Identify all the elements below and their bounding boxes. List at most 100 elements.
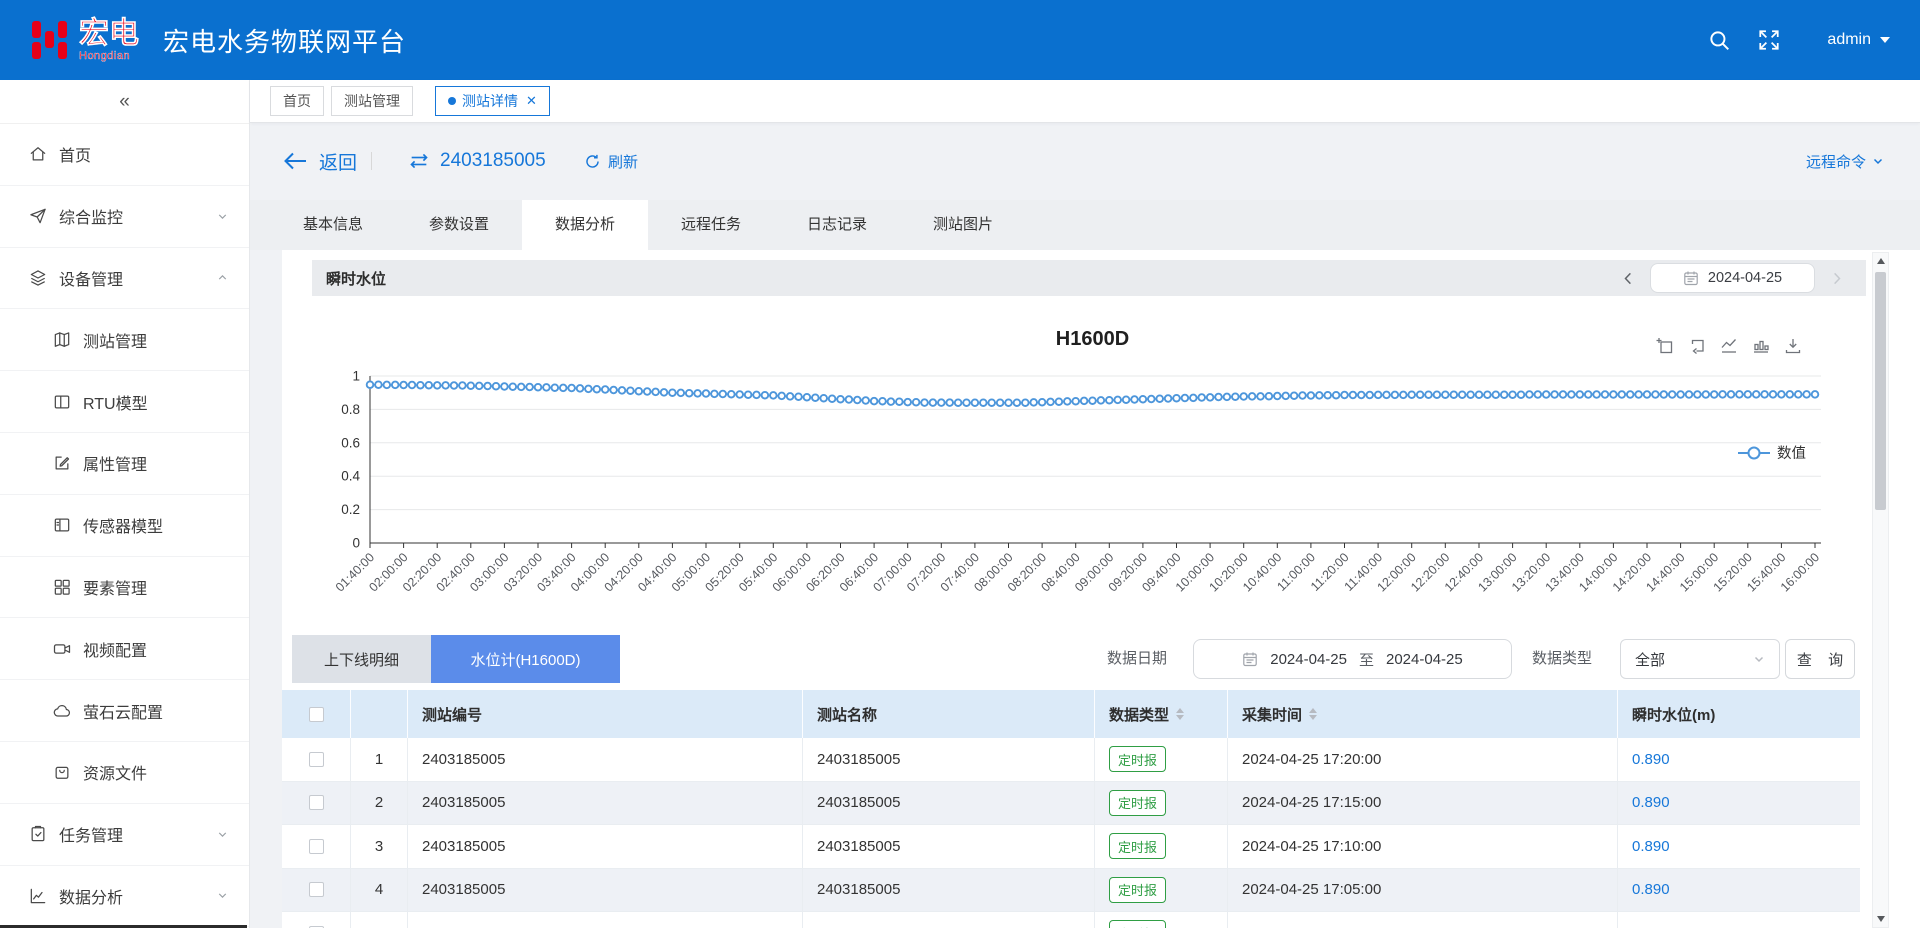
breadcrumb-tab-3[interactable]: 测站详情✕	[435, 86, 550, 116]
calendar-icon	[1242, 651, 1258, 667]
date-range-picker[interactable]: 2024-04-25 至 2024-04-25	[1193, 639, 1512, 679]
tab-参数设置[interactable]: 参数设置	[396, 200, 522, 250]
row-checkbox[interactable]	[309, 795, 324, 810]
cell-value: 0.890	[1618, 912, 1860, 928]
subtab-1[interactable]: 上下线明细	[292, 635, 431, 683]
cell-select	[282, 782, 351, 826]
scroll-down-icon[interactable]	[1877, 916, 1885, 922]
cell-value: 0.890	[1618, 782, 1860, 826]
cloud-icon	[52, 701, 72, 721]
sort-icon[interactable]	[1309, 708, 1317, 720]
restore-icon[interactable]	[1687, 336, 1707, 356]
svg-text:1: 1	[352, 369, 360, 384]
water-level-value[interactable]: 0.890	[1632, 794, 1670, 811]
select-all-checkbox[interactable]	[309, 707, 324, 722]
remote-command-button[interactable]: 远程命令	[1806, 138, 1884, 184]
date-filter-label: 数据日期	[1107, 639, 1167, 679]
next-day-button[interactable]	[1829, 271, 1844, 286]
data-type-value: 全部	[1635, 649, 1665, 670]
sidebar-collapse-button[interactable]: «	[0, 80, 249, 124]
zoom-select-icon[interactable]	[1655, 336, 1675, 356]
table-header-row: 测站编号测站名称数据类型采集时间瞬时水位(m)	[282, 690, 1860, 738]
water-level-value[interactable]: 0.890	[1632, 838, 1670, 855]
scrollbar[interactable]	[1872, 252, 1889, 928]
tab-日志记录[interactable]: 日志记录	[774, 200, 900, 250]
sidebar-item-label: 设备管理	[59, 266, 123, 290]
column-header-瞬时水位(m): 瞬时水位(m)	[1618, 690, 1860, 738]
column-header-label: 数据类型	[1109, 704, 1169, 725]
chart-date-picker[interactable]: 2024-04-25	[1650, 263, 1815, 293]
sidebar-item-6[interactable]: 属性管理	[0, 433, 249, 495]
line-chart-icon[interactable]	[1719, 336, 1739, 356]
data-table: 测站编号测站名称数据类型采集时间瞬时水位(m)12403185005240318…	[282, 690, 1860, 928]
fullscreen-icon[interactable]	[1757, 28, 1781, 52]
refresh-button[interactable]: 刷新	[584, 138, 638, 184]
station-icon	[52, 330, 72, 350]
resource-icon	[52, 762, 72, 782]
sidebar-item-8[interactable]: 要素管理	[0, 557, 249, 619]
data-type-select[interactable]: 全部	[1620, 639, 1780, 679]
water-level-value[interactable]: 0.890	[1632, 751, 1670, 768]
sidebar-item-9[interactable]: 视频配置	[0, 618, 249, 680]
column-header-label: 瞬时水位(m)	[1632, 704, 1715, 725]
sidebar-item-2[interactable]: 综合监控	[0, 186, 249, 248]
row-checkbox[interactable]	[309, 752, 324, 767]
sidebar-item-13[interactable]: 数据分析	[0, 866, 249, 928]
bar-chart-icon[interactable]	[1751, 336, 1771, 356]
cell-index: 3	[351, 825, 408, 869]
water-level-value[interactable]: 0.890	[1632, 881, 1670, 898]
sidebar-item-11[interactable]: 资源文件	[0, 742, 249, 804]
scrollbar-thumb[interactable]	[1875, 272, 1886, 510]
user-menu[interactable]: admin	[1827, 31, 1890, 49]
search-button[interactable]: 查 询	[1785, 639, 1855, 679]
sidebar-item-5[interactable]: RTU模型	[0, 371, 249, 433]
tab-基本信息[interactable]: 基本信息	[270, 200, 396, 250]
date-to: 2024-04-25	[1386, 651, 1463, 668]
sidebar-item-4[interactable]: 测站管理	[0, 309, 249, 371]
logo: 宏电 Hongdian	[79, 19, 139, 62]
sort-up-icon	[1309, 708, 1317, 713]
logo-icon	[30, 18, 70, 62]
tab-数据分析[interactable]: 数据分析	[522, 200, 648, 250]
breadcrumb-tab-2[interactable]: 测站管理	[331, 86, 413, 116]
download-icon[interactable]	[1783, 336, 1803, 356]
back-button[interactable]: 返回	[282, 136, 357, 186]
cell-data-type: 定时报	[1095, 869, 1228, 913]
subtab-2[interactable]: 水位计(H1600D)	[431, 635, 620, 683]
station-switcher[interactable]: 2403185005	[408, 136, 546, 186]
tab-测站图片[interactable]: 测站图片	[900, 200, 1026, 250]
breadcrumb-tab-1[interactable]: 首页	[270, 86, 324, 116]
sort-icon[interactable]	[1176, 708, 1184, 720]
sidebar-item-1[interactable]: 首页	[0, 124, 249, 186]
date-from: 2024-04-25	[1270, 651, 1347, 668]
column-header-测站编号: 测站编号	[408, 690, 803, 738]
table-row-3: 324031850052403185005定时报2024-04-25 17:10…	[282, 825, 1860, 869]
remote-command-label: 远程命令	[1806, 151, 1866, 172]
chevron-down-icon	[216, 828, 229, 841]
cell-select	[282, 825, 351, 869]
sidebar-item-10[interactable]: 萤石云配置	[0, 680, 249, 742]
scroll-up-icon[interactable]	[1877, 258, 1885, 264]
sidebar-item-label: 任务管理	[59, 822, 123, 846]
tab-远程任务[interactable]: 远程任务	[648, 200, 774, 250]
sidebar-item-label: 传感器模型	[83, 513, 163, 537]
sidebar: « 首页综合监控设备管理测站管理RTU模型属性管理传感器模型要素管理视频配置萤石…	[0, 80, 250, 928]
chart-area[interactable]: 00.20.40.60.8101:40:0002:00:0002:20:0002…	[300, 358, 1866, 620]
row-checkbox[interactable]	[309, 839, 324, 854]
search-icon[interactable]	[1707, 28, 1731, 52]
cell-index: 1	[351, 738, 408, 782]
sidebar-item-7[interactable]: 传感器模型	[0, 495, 249, 557]
logo-en: Hongdian	[79, 51, 139, 62]
close-icon[interactable]: ✕	[526, 93, 537, 109]
table-row-5: 524031850052403185005定时报2024-04-25 17:00…	[282, 912, 1860, 928]
sidebar-item-3[interactable]: 设备管理	[0, 248, 249, 310]
row-checkbox[interactable]	[309, 882, 324, 897]
data-type-badge: 定时报	[1109, 790, 1166, 816]
column-header-采集时间: 采集时间	[1228, 690, 1618, 738]
home-icon	[28, 144, 48, 164]
sidebar-item-12[interactable]: 任务管理	[0, 804, 249, 866]
column-header-index	[351, 690, 408, 738]
cell-station-id: 2403185005	[408, 825, 803, 869]
prev-day-button[interactable]	[1621, 271, 1636, 286]
sidebar-menu: 首页综合监控设备管理测站管理RTU模型属性管理传感器模型要素管理视频配置萤石云配…	[0, 124, 249, 927]
